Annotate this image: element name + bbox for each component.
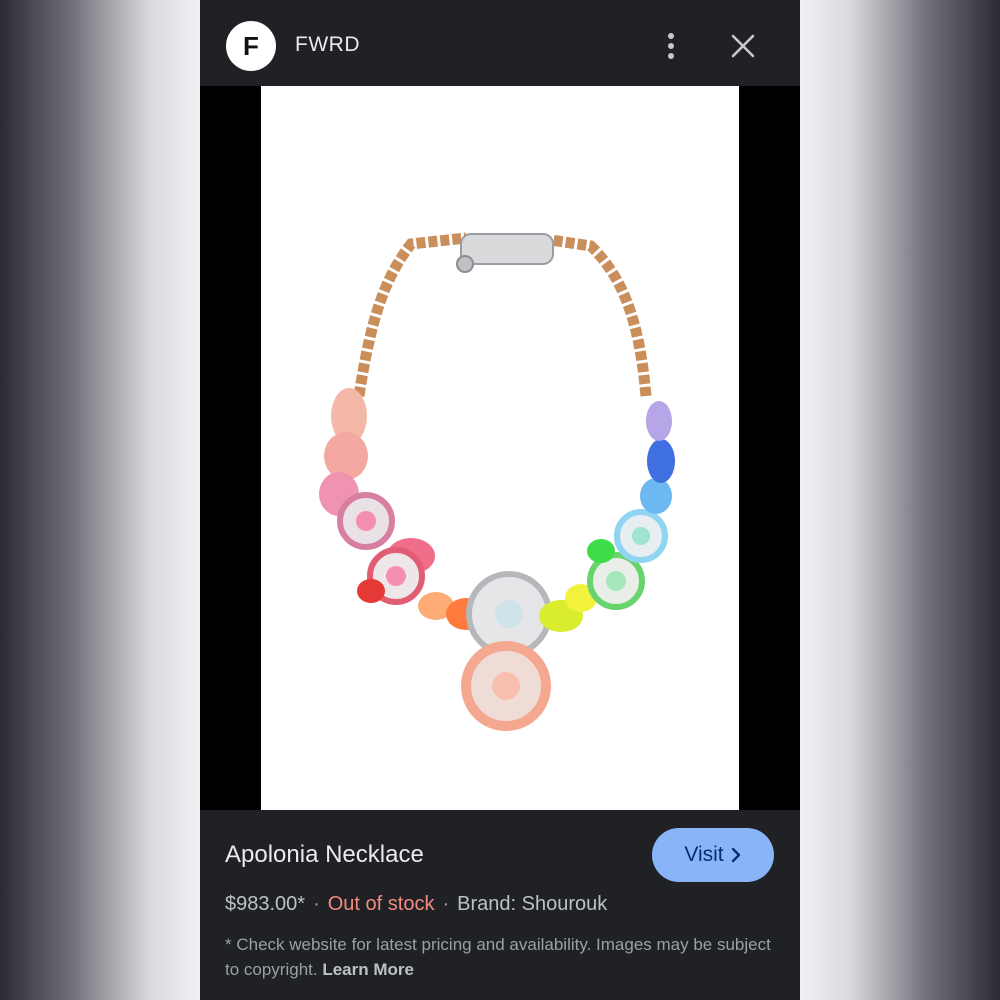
disclaimer-text: * Check website for latest pricing and a… xyxy=(225,935,771,979)
site-logo[interactable]: F xyxy=(226,21,276,71)
separator: · xyxy=(442,893,450,915)
product-meta: $983.00* · Out of stock · Brand: Shourouk xyxy=(225,893,607,916)
brand: Brand: Shourouk xyxy=(457,893,608,915)
background-right xyxy=(800,0,1000,1000)
stock-status: Out of stock xyxy=(327,893,435,915)
product-info: Apolonia Necklace Visit $983.00* · Out of … xyxy=(200,810,800,1000)
image-preview-panel: F FWRD Apolonia Necklace Visit $983.00* … xyxy=(200,0,800,1000)
necklace-image xyxy=(319,232,675,731)
background-left xyxy=(0,0,200,1000)
visit-button[interactable]: Visit xyxy=(652,828,774,882)
chevron-right-icon xyxy=(731,847,740,863)
site-name[interactable]: FWRD xyxy=(295,33,360,57)
visit-label: Visit xyxy=(684,843,724,866)
more-vert-icon[interactable] xyxy=(660,30,682,62)
product-image[interactable] xyxy=(261,86,739,810)
learn-more-link[interactable]: Learn More xyxy=(322,960,414,979)
disclaimer: * Check website for latest pricing and a… xyxy=(225,932,775,982)
product-title: Apolonia Necklace xyxy=(225,841,424,868)
price: $983.00* xyxy=(225,893,306,915)
preview-header: F FWRD xyxy=(200,0,800,86)
close-icon[interactable] xyxy=(730,33,756,59)
image-viewer xyxy=(200,86,800,869)
separator: · xyxy=(313,893,320,915)
